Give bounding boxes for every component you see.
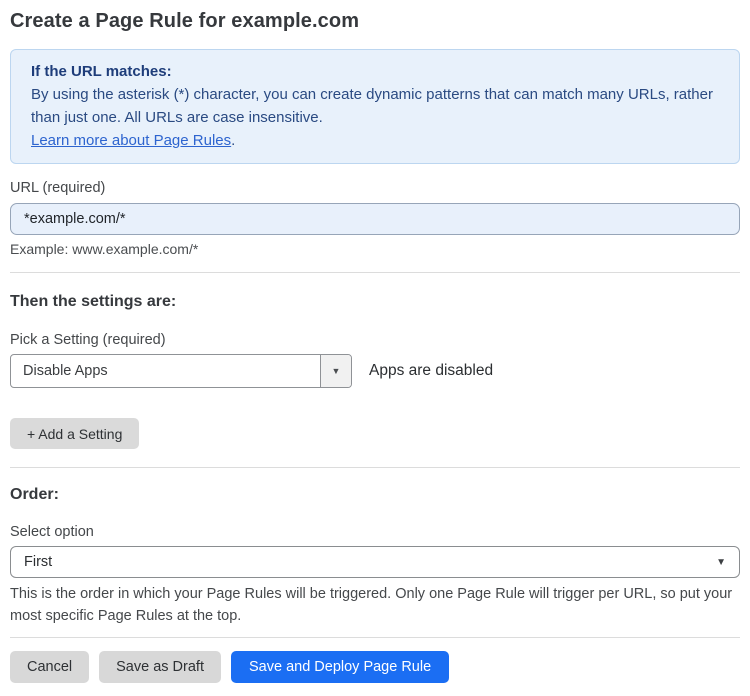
info-box-body: By using the asterisk (*) character, you… bbox=[31, 86, 713, 126]
setting-row: Disable Apps ▼ Apps are disabled bbox=[10, 354, 740, 388]
divider bbox=[10, 637, 740, 638]
learn-more-link[interactable]: Learn more about Page Rules bbox=[31, 132, 231, 149]
url-input[interactable] bbox=[10, 203, 740, 235]
setting-picker-dropdown[interactable]: Disable Apps ▼ bbox=[10, 354, 352, 388]
order-section-heading: Order: bbox=[10, 486, 59, 503]
footer-actions: Cancel Save as Draft Save and Deploy Pag… bbox=[10, 651, 740, 683]
cancel-button[interactable]: Cancel bbox=[10, 651, 90, 683]
setting-picker-value: Disable Apps bbox=[23, 363, 108, 379]
order-select-dropdown[interactable]: First ▼ bbox=[10, 546, 740, 578]
caret-down-icon: ▼ bbox=[716, 556, 726, 568]
setting-picker-label: Pick a Setting (required) bbox=[10, 332, 166, 348]
info-box-link-line: Learn more about Page Rules. bbox=[31, 129, 719, 152]
page-title: Create a Page Rule for example.com bbox=[10, 10, 360, 32]
url-match-info-box: If the URL matches: By using the asteris… bbox=[10, 49, 740, 164]
order-select-label: Select option bbox=[10, 524, 94, 540]
divider bbox=[10, 467, 740, 468]
caret-down-icon: ▼ bbox=[331, 366, 341, 376]
url-example-helper: Example: www.example.com/* bbox=[10, 241, 199, 257]
add-setting-button[interactable]: + Add a Setting bbox=[10, 418, 140, 449]
link-suffix: . bbox=[231, 132, 236, 149]
save-and-deploy-button[interactable]: Save and Deploy Page Rule bbox=[230, 651, 450, 683]
settings-section-heading: Then the settings are: bbox=[10, 293, 177, 310]
setting-status-text: Apps are disabled bbox=[369, 362, 494, 379]
order-select-value: First bbox=[24, 554, 53, 570]
save-as-draft-button[interactable]: Save as Draft bbox=[99, 651, 221, 683]
order-helper-text: This is the order in which your Page Rul… bbox=[10, 586, 733, 624]
page-rule-form: Create a Page Rule for example.com If th… bbox=[0, 0, 750, 696]
setting-picker-arrow-button[interactable]: ▼ bbox=[320, 355, 351, 387]
info-box-heading: If the URL matches: bbox=[31, 63, 172, 80]
divider bbox=[10, 272, 740, 273]
url-field-label: URL (required) bbox=[10, 180, 106, 196]
